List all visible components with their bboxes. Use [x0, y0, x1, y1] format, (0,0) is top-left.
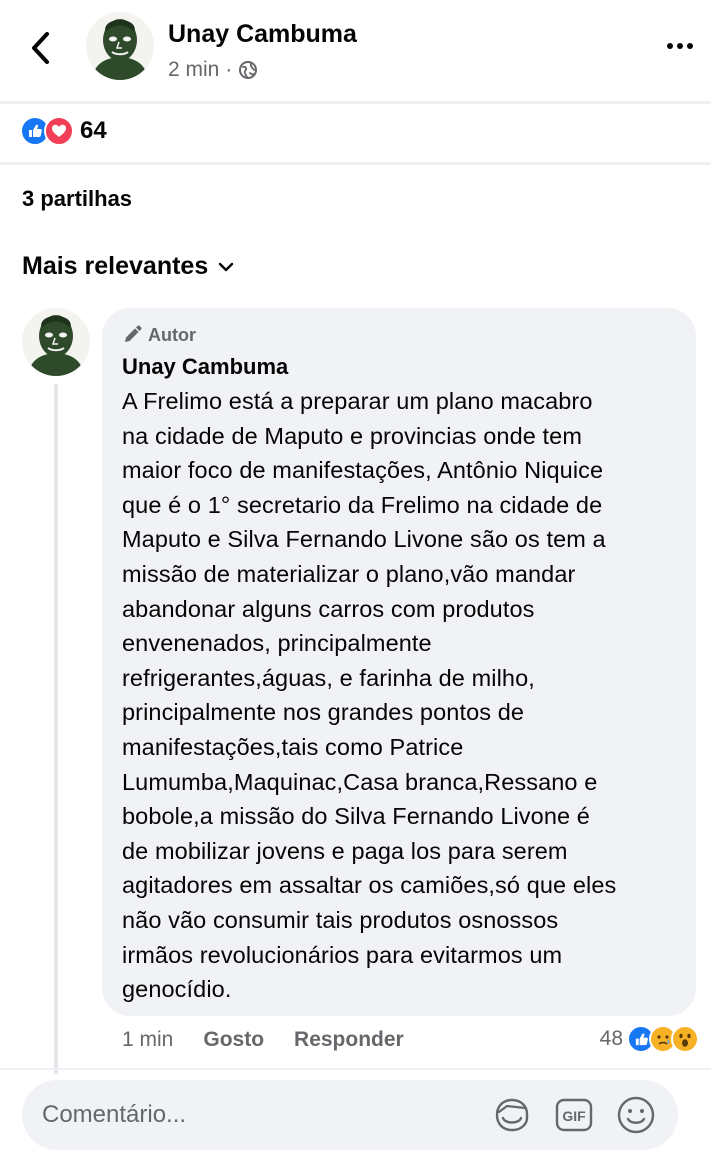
post-meta: 2 min ·	[168, 58, 258, 82]
avatar-portrait	[22, 308, 90, 376]
avatar-portrait	[86, 12, 154, 80]
post-author-name[interactable]: Unay Cambuma	[168, 20, 357, 49]
love-icon	[44, 116, 74, 146]
composer-icons: GIF	[490, 1093, 658, 1137]
reactions-divider	[0, 162, 711, 165]
author-badge-label: Autor	[148, 324, 196, 345]
wow-icon	[671, 1025, 699, 1053]
reply-button[interactable]: Responder	[294, 1028, 404, 1052]
emoji-icon	[617, 1096, 655, 1134]
meta-separator: ·	[225, 58, 233, 81]
comment-actions: 1 min Gosto Responder	[122, 1024, 434, 1056]
gif-icon: GIF	[555, 1098, 593, 1132]
author-avatar[interactable]	[86, 12, 154, 80]
reaction-count: 64	[80, 117, 107, 144]
comment-bubble[interactable]: Autor Unay Cambuma A Frelimo está a prep…	[102, 308, 696, 1016]
commenter-avatar[interactable]	[22, 308, 90, 376]
comment-reaction-count: 48	[599, 1027, 623, 1050]
comment-composer[interactable]: Comentário... GIF	[22, 1080, 678, 1150]
like-button[interactable]: Gosto	[203, 1028, 264, 1052]
sort-label: Mais relevantes	[22, 252, 209, 280]
more-dot	[687, 43, 693, 49]
chevron-left-icon	[32, 32, 49, 64]
more-options-button[interactable]	[660, 34, 700, 58]
post-time: 2 min	[168, 58, 220, 81]
comment-text: A Frelimo está a preparar um plano macab…	[122, 388, 617, 1003]
post-header: Unay Cambuma 2 min ·	[0, 0, 711, 103]
header-divider	[0, 101, 711, 104]
comment-time[interactable]: 1 min	[122, 1028, 173, 1052]
post-reactions[interactable]: 64	[20, 114, 107, 148]
sticker-icon	[495, 1098, 529, 1132]
comment-author-name[interactable]: Unay Cambuma	[122, 354, 676, 380]
shares-count[interactable]: 3 partilhas	[22, 186, 132, 212]
comment-reactions[interactable]: 48	[600, 1022, 699, 1056]
emoji-button[interactable]	[614, 1093, 658, 1137]
thread-line	[54, 384, 58, 1074]
chevron-down-icon	[219, 262, 234, 271]
back-button[interactable]	[22, 28, 58, 68]
more-dot	[677, 43, 683, 49]
more-dots-icon	[667, 43, 673, 49]
gif-label: GIF	[562, 1108, 586, 1124]
gif-button[interactable]: GIF	[552, 1093, 596, 1137]
comment-input[interactable]: Comentário...	[42, 1101, 490, 1129]
composer-divider	[0, 1068, 711, 1070]
author-badge: Autor	[122, 324, 676, 346]
reaction-icons	[20, 116, 74, 146]
pen-icon	[125, 325, 142, 342]
sticker-button[interactable]	[490, 1093, 534, 1137]
globe-icon	[239, 61, 258, 79]
sort-dropdown[interactable]: Mais relevantes	[22, 252, 234, 281]
